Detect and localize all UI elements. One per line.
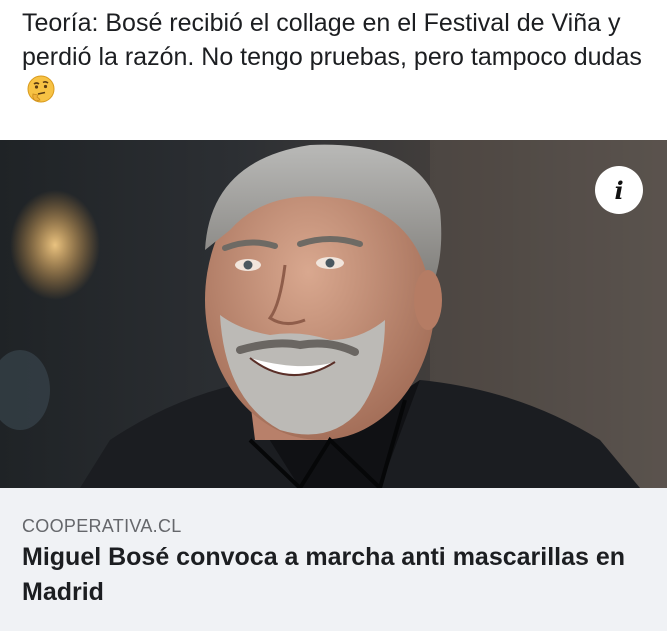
info-button[interactable]: i [595,166,643,214]
link-preview-footer[interactable]: COOPERATIVA.CL Miguel Bosé convoca a mar… [0,488,667,631]
preview-image[interactable]: i [0,140,667,488]
thinking-face-icon [26,74,56,104]
post-text: Teoría: Bosé recibió el collage en el Fe… [22,6,652,108]
link-preview-card[interactable]: i COOPERATIVA.CL Miguel Bosé convoca a m… [0,140,667,631]
link-source-domain: COOPERATIVA.CL [22,516,182,536]
link-headline[interactable]: Miguel Bosé convoca a marcha anti mascar… [22,540,642,610]
post-text-content: Teoría: Bosé recibió el collage en el Fe… [22,9,642,71]
preview-photo [0,140,667,488]
info-icon: i [614,175,624,205]
